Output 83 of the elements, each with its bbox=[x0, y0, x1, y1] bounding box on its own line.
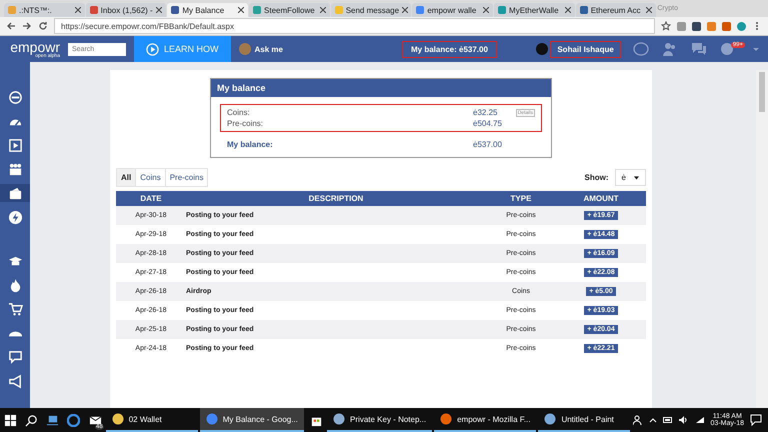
wifi-icon[interactable] bbox=[694, 416, 705, 424]
site-icon bbox=[498, 6, 506, 14]
total-label: My balance: bbox=[227, 140, 273, 149]
app-icon bbox=[206, 413, 218, 425]
browser-tab[interactable]: MyEtherWalle bbox=[494, 3, 575, 17]
close-icon[interactable] bbox=[402, 7, 408, 13]
column-header: DESCRIPTION bbox=[186, 191, 486, 206]
site-icon bbox=[580, 6, 588, 14]
currency-select[interactable]: ė bbox=[614, 169, 646, 186]
app-icon bbox=[333, 413, 346, 425]
taskbar-app[interactable]: 02 Wallet bbox=[106, 408, 198, 432]
chevron-up-icon[interactable] bbox=[648, 416, 657, 424]
caret-icon bbox=[634, 176, 639, 180]
user-name[interactable]: Sohail Ishaque bbox=[551, 42, 620, 56]
battery-icon[interactable] bbox=[662, 416, 673, 424]
wallet-icon bbox=[8, 186, 22, 200]
column-header: TYPE bbox=[486, 191, 556, 206]
browser-tab[interactable]: Send message bbox=[330, 3, 412, 17]
balance-label: Pre-coins: bbox=[227, 119, 264, 128]
site-icon bbox=[8, 6, 16, 14]
taskbar-app[interactable]: My Balance - Goog... bbox=[200, 408, 304, 432]
site-icon bbox=[253, 6, 262, 14]
volume-icon[interactable] bbox=[678, 416, 689, 424]
windows-start-icon[interactable] bbox=[4, 414, 18, 426]
star-icon[interactable] bbox=[661, 21, 671, 31]
notifications-icon[interactable] bbox=[750, 414, 762, 426]
app-icon bbox=[112, 413, 124, 425]
lightning-icon bbox=[8, 210, 22, 224]
filter-tab[interactable]: Coins bbox=[135, 168, 166, 187]
close-icon[interactable] bbox=[74, 7, 81, 13]
column-header: DATE bbox=[116, 191, 186, 206]
browser-tab[interactable]: .:NTS™:. bbox=[4, 3, 85, 17]
total-value: ė537.00 bbox=[473, 140, 502, 149]
filter-tab[interactable]: All bbox=[116, 168, 136, 187]
chat-icon bbox=[8, 350, 22, 364]
address-bar[interactable]: https://secure.empowr.com/FBBank/Default.aspx bbox=[54, 18, 655, 34]
forward-icon[interactable] bbox=[22, 21, 32, 31]
sidebar-item[interactable] bbox=[0, 184, 30, 202]
laptop-icon[interactable] bbox=[46, 414, 60, 426]
taskbar-app[interactable]: empowr - Mozilla F... bbox=[434, 408, 536, 432]
site-icon bbox=[416, 6, 424, 14]
megaphone-icon bbox=[8, 374, 22, 388]
card-title: My balance bbox=[211, 79, 551, 97]
taskbar-app[interactable]: Private Key - Notep... bbox=[327, 408, 432, 432]
mail-icon[interactable] bbox=[88, 414, 102, 426]
close-icon[interactable] bbox=[320, 7, 326, 13]
reload-icon[interactable] bbox=[38, 21, 48, 31]
chat-icon[interactable] bbox=[690, 42, 707, 56]
site-icon bbox=[334, 6, 343, 14]
balance-label: Coins: bbox=[227, 108, 250, 117]
close-icon[interactable] bbox=[483, 7, 490, 13]
balance-label: My balance: ė537.00 bbox=[402, 42, 496, 56]
scrollbar[interactable] bbox=[756, 70, 768, 408]
cart-icon bbox=[8, 302, 22, 316]
play-icon bbox=[8, 138, 22, 152]
app-icon bbox=[440, 413, 452, 425]
search-icon[interactable] bbox=[25, 414, 38, 426]
browser-tab[interactable]: My Balance bbox=[167, 3, 248, 17]
column-header: AMOUNT bbox=[556, 191, 646, 206]
logo[interactable]: empowr bbox=[10, 40, 60, 54]
site-icon bbox=[171, 6, 180, 14]
browser-tab[interactable]: empowr walle bbox=[412, 3, 494, 17]
ask-me-link[interactable]: Ask me bbox=[254, 44, 283, 54]
close-icon[interactable] bbox=[646, 7, 652, 13]
browser-tab[interactable]: Ethereum Acc bbox=[576, 3, 656, 17]
site-icon bbox=[90, 6, 98, 14]
balance-value: ė32.25 bbox=[473, 108, 498, 117]
browser-tab[interactable]: SteemFollowe bbox=[249, 3, 330, 17]
browser-tab[interactable]: Inbox (1,562) - bbox=[86, 3, 166, 17]
close-icon[interactable] bbox=[156, 7, 162, 13]
people-icon[interactable] bbox=[632, 415, 643, 425]
balance-value: ė504.75 bbox=[473, 119, 502, 128]
show-label: Show: bbox=[584, 173, 609, 182]
people-icon bbox=[8, 162, 22, 176]
app-icon bbox=[544, 413, 556, 425]
play-icon bbox=[146, 42, 159, 56]
filter-tab[interactable]: Pre-coins bbox=[164, 168, 208, 187]
back-icon[interactable] bbox=[6, 21, 16, 31]
taskbar-app[interactable]: Untitled - Paint bbox=[538, 408, 630, 432]
avatar[interactable] bbox=[536, 43, 548, 55]
browser-e-icon[interactable] bbox=[67, 414, 80, 426]
close-icon[interactable] bbox=[564, 7, 571, 13]
close-icon[interactable] bbox=[238, 7, 244, 13]
